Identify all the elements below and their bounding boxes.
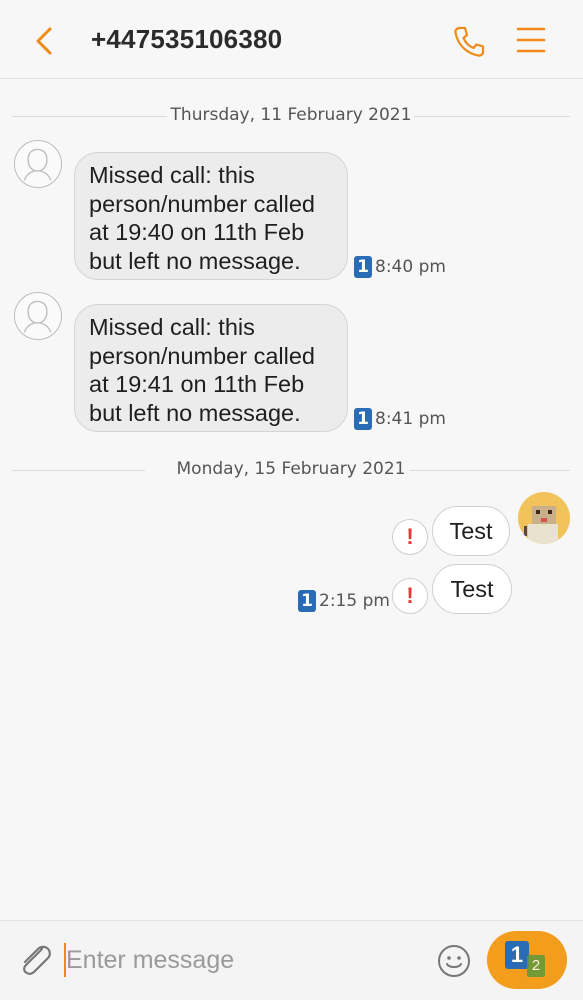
contact-avatar[interactable]: [14, 140, 62, 188]
menu-icon[interactable]: [514, 22, 548, 58]
person-icon: [23, 300, 52, 333]
app-header: +447535106380: [0, 0, 583, 79]
message-line: but left no message.: [89, 247, 301, 274]
message-bubble-outgoing[interactable]: Test: [432, 564, 512, 614]
sim-1-icon: 1: [354, 408, 372, 430]
message-bubble-outgoing[interactable]: Test: [432, 506, 510, 556]
date-label: Monday, 15 February 2021: [176, 459, 406, 479]
message-time: 2:15 pm: [319, 591, 390, 611]
message-bubble-incoming[interactable]: Missed call: this person/number called a…: [74, 304, 348, 432]
message-meta: 1 8:40 pm: [354, 256, 446, 278]
send-failed-icon[interactable]: !: [392, 519, 428, 555]
date-divider: Monday, 15 February 2021: [12, 455, 570, 485]
contact-title: +447535106380: [91, 24, 283, 54]
message-line: but left no message.: [89, 399, 301, 426]
profile-picture-icon: [524, 506, 558, 544]
emoji-icon[interactable]: [436, 943, 472, 979]
date-label: Thursday, 11 February 2021: [170, 105, 412, 125]
message-line: at 19:41 on 11th Feb: [89, 371, 305, 397]
message-line: person/number called: [89, 190, 315, 217]
message-line: person/number called: [89, 342, 315, 369]
message-time: 8:41 pm: [375, 409, 446, 429]
message-line: Missed call: this: [89, 162, 255, 188]
message-line: Missed call: this: [89, 314, 255, 340]
my-avatar[interactable]: [518, 492, 570, 544]
message-time: 8:40 pm: [375, 257, 446, 277]
send-button[interactable]: 1 2: [487, 931, 567, 989]
message-composer: 1 2: [0, 920, 583, 1000]
message-line: at 19:40 on 11th Feb: [89, 219, 305, 245]
contact-avatar[interactable]: [14, 292, 62, 340]
sim-1-icon: 1: [505, 941, 529, 969]
message-input[interactable]: [66, 941, 416, 979]
message-meta: 1 8:41 pm: [354, 408, 446, 430]
date-divider: Thursday, 11 February 2021: [12, 101, 570, 131]
message-meta: 1 2:15 pm: [298, 590, 390, 612]
sim-1-icon: 1: [354, 256, 372, 278]
chevron-left-icon[interactable]: [28, 24, 62, 58]
person-icon: [23, 148, 52, 181]
send-failed-icon[interactable]: !: [392, 578, 428, 614]
paperclip-icon[interactable]: [16, 941, 54, 979]
message-bubble-incoming[interactable]: Missed call: this person/number called a…: [74, 152, 348, 280]
phone-icon[interactable]: [449, 22, 489, 62]
sim-1-icon: 1: [298, 590, 316, 612]
sim-2-icon: 2: [527, 955, 545, 977]
